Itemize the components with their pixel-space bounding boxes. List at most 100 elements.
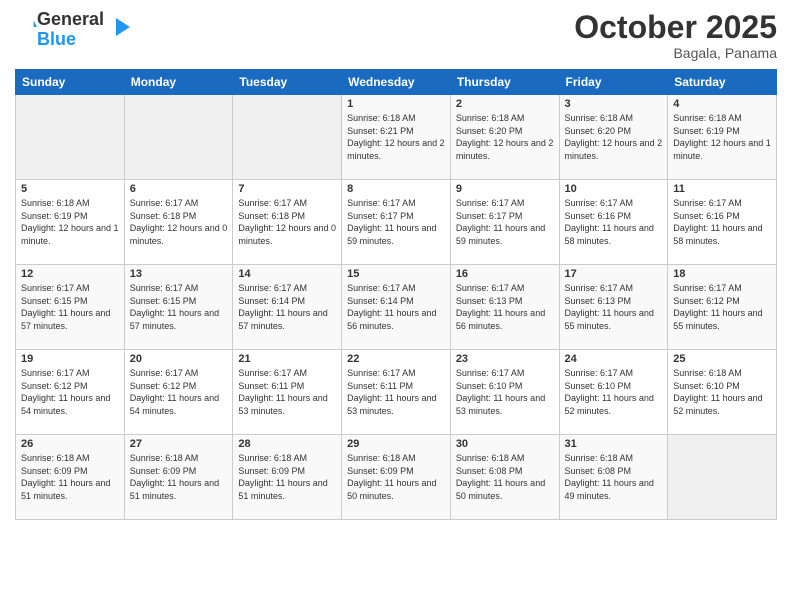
table-row: 23 Sunrise: 6:17 AM Sunset: 6:10 PM Dayl… <box>450 350 559 435</box>
calendar-table: Sunday Monday Tuesday Wednesday Thursday… <box>15 69 777 520</box>
col-thursday: Thursday <box>450 70 559 95</box>
daylight-text: Daylight: 12 hours and 1 minute. <box>673 138 771 161</box>
col-friday: Friday <box>559 70 668 95</box>
table-row <box>233 95 342 180</box>
week-row-1: 1 Sunrise: 6:18 AM Sunset: 6:21 PM Dayli… <box>16 95 777 180</box>
sunset-text: Sunset: 6:21 PM <box>347 126 414 136</box>
table-row: 25 Sunrise: 6:18 AM Sunset: 6:10 PM Dayl… <box>668 350 777 435</box>
sunset-text: Sunset: 6:13 PM <box>456 296 523 306</box>
daylight-text: Daylight: 11 hours and 58 minutes. <box>565 223 654 246</box>
logo-text: General Blue <box>37 10 104 50</box>
day-info: Sunrise: 6:17 AM Sunset: 6:13 PM Dayligh… <box>456 282 554 332</box>
sunset-text: Sunset: 6:18 PM <box>130 211 197 221</box>
daylight-text: Daylight: 11 hours and 53 minutes. <box>456 393 545 416</box>
day-info: Sunrise: 6:17 AM Sunset: 6:11 PM Dayligh… <box>347 367 445 417</box>
daylight-text: Daylight: 11 hours and 57 minutes. <box>130 308 219 331</box>
title-block: October 2025 Bagala, Panama <box>574 10 777 61</box>
daylight-text: Daylight: 11 hours and 57 minutes. <box>21 308 110 331</box>
day-info: Sunrise: 6:17 AM Sunset: 6:11 PM Dayligh… <box>238 367 336 417</box>
day-info: Sunrise: 6:17 AM Sunset: 6:15 PM Dayligh… <box>130 282 228 332</box>
location: Bagala, Panama <box>574 45 777 61</box>
day-info: Sunrise: 6:17 AM Sunset: 6:10 PM Dayligh… <box>565 367 663 417</box>
day-info: Sunrise: 6:17 AM Sunset: 6:16 PM Dayligh… <box>673 197 771 247</box>
sunrise-text: Sunrise: 6:17 AM <box>21 283 90 293</box>
sunrise-text: Sunrise: 6:17 AM <box>456 198 525 208</box>
daylight-text: Daylight: 11 hours and 51 minutes. <box>21 478 110 501</box>
sunrise-text: Sunrise: 6:17 AM <box>130 368 199 378</box>
table-row: 29 Sunrise: 6:18 AM Sunset: 6:09 PM Dayl… <box>342 435 451 520</box>
sunrise-text: Sunrise: 6:17 AM <box>456 368 525 378</box>
daylight-text: Daylight: 11 hours and 56 minutes. <box>347 308 436 331</box>
table-row: 6 Sunrise: 6:17 AM Sunset: 6:18 PM Dayli… <box>124 180 233 265</box>
day-number: 18 <box>673 268 771 280</box>
sunrise-text: Sunrise: 6:17 AM <box>565 368 634 378</box>
col-sunday: Sunday <box>16 70 125 95</box>
daylight-text: Daylight: 11 hours and 55 minutes. <box>565 308 654 331</box>
sunset-text: Sunset: 6:19 PM <box>673 126 740 136</box>
daylight-text: Daylight: 11 hours and 49 minutes. <box>565 478 654 501</box>
sunrise-text: Sunrise: 6:17 AM <box>565 198 634 208</box>
day-info: Sunrise: 6:18 AM Sunset: 6:20 PM Dayligh… <box>565 112 663 162</box>
sunset-text: Sunset: 6:09 PM <box>21 466 88 476</box>
day-number: 8 <box>347 183 445 195</box>
day-info: Sunrise: 6:18 AM Sunset: 6:09 PM Dayligh… <box>238 452 336 502</box>
table-row: 1 Sunrise: 6:18 AM Sunset: 6:21 PM Dayli… <box>342 95 451 180</box>
sunset-text: Sunset: 6:11 PM <box>347 381 413 391</box>
sunrise-text: Sunrise: 6:18 AM <box>456 453 525 463</box>
sunrise-text: Sunrise: 6:17 AM <box>130 198 199 208</box>
sunset-text: Sunset: 6:18 PM <box>238 211 305 221</box>
sunset-text: Sunset: 6:15 PM <box>130 296 197 306</box>
table-row <box>668 435 777 520</box>
day-info: Sunrise: 6:18 AM Sunset: 6:08 PM Dayligh… <box>565 452 663 502</box>
table-row <box>124 95 233 180</box>
sunrise-text: Sunrise: 6:18 AM <box>21 198 90 208</box>
sunset-text: Sunset: 6:16 PM <box>673 211 740 221</box>
day-number: 9 <box>456 183 554 195</box>
sunrise-text: Sunrise: 6:18 AM <box>673 368 742 378</box>
col-monday: Monday <box>124 70 233 95</box>
daylight-text: Daylight: 11 hours and 59 minutes. <box>347 223 436 246</box>
day-info: Sunrise: 6:17 AM Sunset: 6:12 PM Dayligh… <box>130 367 228 417</box>
month-title: October 2025 <box>574 10 777 45</box>
logo: General Blue <box>15 10 130 50</box>
daylight-text: Daylight: 11 hours and 54 minutes. <box>21 393 110 416</box>
col-saturday: Saturday <box>668 70 777 95</box>
table-row: 15 Sunrise: 6:17 AM Sunset: 6:14 PM Dayl… <box>342 265 451 350</box>
logo-blue: Blue <box>37 29 76 49</box>
week-row-4: 19 Sunrise: 6:17 AM Sunset: 6:12 PM Dayl… <box>16 350 777 435</box>
sunrise-text: Sunrise: 6:17 AM <box>456 283 525 293</box>
table-row: 28 Sunrise: 6:18 AM Sunset: 6:09 PM Dayl… <box>233 435 342 520</box>
sunrise-text: Sunrise: 6:18 AM <box>21 453 90 463</box>
day-info: Sunrise: 6:17 AM Sunset: 6:10 PM Dayligh… <box>456 367 554 417</box>
day-number: 22 <box>347 353 445 365</box>
sunset-text: Sunset: 6:20 PM <box>565 126 632 136</box>
daylight-text: Daylight: 11 hours and 56 minutes. <box>456 308 545 331</box>
day-number: 15 <box>347 268 445 280</box>
daylight-text: Daylight: 11 hours and 51 minutes. <box>238 478 327 501</box>
calendar-page: General Blue October 2025 Bagala, Panama… <box>0 0 792 612</box>
table-row: 14 Sunrise: 6:17 AM Sunset: 6:14 PM Dayl… <box>233 265 342 350</box>
week-row-5: 26 Sunrise: 6:18 AM Sunset: 6:09 PM Dayl… <box>16 435 777 520</box>
sunset-text: Sunset: 6:12 PM <box>673 296 740 306</box>
day-number: 24 <box>565 353 663 365</box>
daylight-text: Daylight: 12 hours and 1 minute. <box>21 223 119 246</box>
sunset-text: Sunset: 6:09 PM <box>347 466 414 476</box>
table-row: 3 Sunrise: 6:18 AM Sunset: 6:20 PM Dayli… <box>559 95 668 180</box>
table-row: 4 Sunrise: 6:18 AM Sunset: 6:19 PM Dayli… <box>668 95 777 180</box>
table-row: 7 Sunrise: 6:17 AM Sunset: 6:18 PM Dayli… <box>233 180 342 265</box>
table-row: 16 Sunrise: 6:17 AM Sunset: 6:13 PM Dayl… <box>450 265 559 350</box>
day-number: 1 <box>347 98 445 110</box>
daylight-text: Daylight: 11 hours and 57 minutes. <box>238 308 327 331</box>
day-number: 4 <box>673 98 771 110</box>
day-number: 20 <box>130 353 228 365</box>
day-info: Sunrise: 6:17 AM Sunset: 6:13 PM Dayligh… <box>565 282 663 332</box>
sunset-text: Sunset: 6:16 PM <box>565 211 632 221</box>
day-info: Sunrise: 6:17 AM Sunset: 6:18 PM Dayligh… <box>238 197 336 247</box>
day-number: 2 <box>456 98 554 110</box>
sunrise-text: Sunrise: 6:17 AM <box>238 368 307 378</box>
table-row: 18 Sunrise: 6:17 AM Sunset: 6:12 PM Dayl… <box>668 265 777 350</box>
day-number: 29 <box>347 438 445 450</box>
daylight-text: Daylight: 11 hours and 52 minutes. <box>565 393 654 416</box>
logo-general: General <box>37 9 104 29</box>
day-number: 17 <box>565 268 663 280</box>
